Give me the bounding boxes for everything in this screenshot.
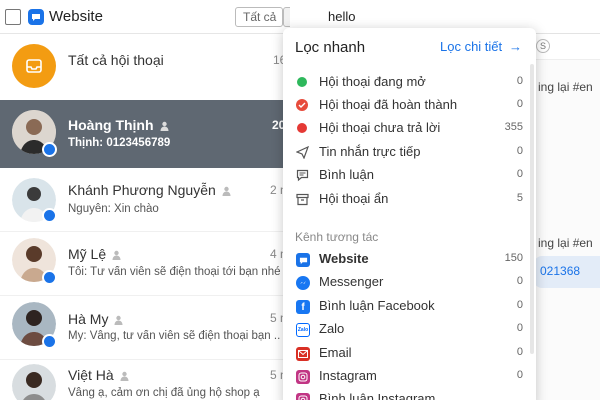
messenger-icon xyxy=(296,276,310,290)
app-window: Website Tất cả Tất cả hội thoại 16 Hoàng… xyxy=(0,0,600,400)
channel-email[interactable]: Email 0 xyxy=(283,342,536,365)
conversation-item[interactable]: Khánh Phương Nguyễn Nguyễn: Xin chào 2 n xyxy=(0,170,290,232)
filter-count: 0 xyxy=(516,145,523,157)
filter-count: 0 xyxy=(516,98,523,110)
channel-messenger[interactable]: Messenger 0 xyxy=(283,271,536,294)
person-icon xyxy=(114,312,123,328)
quick-filter-title: Lọc nhanh xyxy=(295,39,366,56)
zalo-icon: Zalo xyxy=(296,323,310,337)
person-icon xyxy=(112,247,121,263)
website-channel-icon xyxy=(28,9,44,25)
channel-count: 150 xyxy=(504,252,523,264)
filter-count: 0 xyxy=(516,168,523,180)
channel-label: Email xyxy=(319,345,352,360)
inbox-icon xyxy=(12,44,56,88)
quick-filter-dropdown: Lọc nhanh Lọc chi tiết → Hội thoại đang … xyxy=(283,28,536,400)
conversation-panel: Website Tất cả Tất cả hội thoại 16 Hoàng… xyxy=(0,0,309,400)
facebook-icon: f xyxy=(296,300,310,314)
red-check-circle-icon xyxy=(296,99,308,111)
website-badge-icon xyxy=(42,270,57,285)
comment-icon xyxy=(296,169,309,182)
channel-instagram[interactable]: Instagram 0 xyxy=(283,365,536,388)
conversation-preview: My: Vâng, tư vấn viên sẽ điện thoại bạn … xyxy=(68,330,280,342)
status-circle-icon: S xyxy=(536,39,550,53)
archive-icon xyxy=(296,193,309,206)
conversation-item[interactable]: Mỹ Lệ Tôi: Tư vấn viên sẽ điện thoại tới… xyxy=(0,234,290,296)
filter-label: Hội thoại đã hoàn thành xyxy=(319,97,458,112)
channel-instagram-comments[interactable]: Bình luận Instagram xyxy=(283,388,536,400)
person-icon xyxy=(160,118,169,134)
conversation-item-active[interactable]: Hoàng Thịnh Thịnh: 0123456789 20 xyxy=(0,100,290,168)
channel-label: Bình luận Instagram xyxy=(319,391,436,400)
filter-select[interactable]: Tất cả xyxy=(235,7,283,27)
person-icon xyxy=(222,183,231,199)
filter-open-conversations[interactable]: Hội thoại đang mở 0 xyxy=(283,71,536,94)
channel-count: 0 xyxy=(516,322,523,334)
channel-label: Bình luận Facebook xyxy=(319,298,435,313)
arrow-right-icon[interactable]: → xyxy=(509,39,522,54)
conversation-name: Việt Hà xyxy=(68,367,129,384)
filter-label: Hội thoại ẩn xyxy=(319,191,389,206)
conversation-preview: Thịnh: 0123456789 xyxy=(68,137,171,149)
channel-count: 0 xyxy=(516,299,523,311)
channel-website[interactable]: Website 150 xyxy=(283,248,536,271)
message-fragment: 021368 xyxy=(540,264,581,278)
channel-label: Messenger xyxy=(319,274,384,289)
search-input[interactable]: hello xyxy=(328,9,355,24)
message-fragment: ing lại #en xyxy=(538,236,593,250)
instagram-icon xyxy=(296,370,310,384)
instagram-icon xyxy=(296,393,310,400)
send-icon xyxy=(295,145,310,160)
filter-count: 5 xyxy=(516,192,523,204)
filter-comments[interactable]: Bình luận 0 xyxy=(283,164,536,187)
email-icon xyxy=(296,347,310,361)
conversation-preview: Nguyễn: Xin chào xyxy=(68,203,159,215)
message-fragment: ing lại #en xyxy=(538,80,593,94)
website-badge-icon xyxy=(42,334,57,349)
filter-hidden-conversations[interactable]: Hội thoại ẩn 5 xyxy=(283,188,536,211)
filter-count: 355 xyxy=(504,121,523,133)
green-dot-icon xyxy=(297,77,307,87)
conversation-name: Hà My xyxy=(68,311,123,328)
avatar xyxy=(12,364,56,400)
select-all-checkbox[interactable] xyxy=(5,9,21,25)
filter-label: Hội thoại đang mở xyxy=(319,74,426,89)
all-conversations-label: Tất cả hội thoại xyxy=(68,52,164,68)
filter-completed-conversations[interactable]: Hội thoại đã hoàn thành 0 xyxy=(283,94,536,117)
conversation-name: Hoàng Thịnh xyxy=(68,117,169,134)
conversation-item[interactable]: Hà My My: Vâng, tư vấn viên sẽ điện thoạ… xyxy=(0,298,290,360)
channels-section-title: Kênh tương tác xyxy=(295,230,379,244)
detailed-filter-link[interactable]: Lọc chi tiết xyxy=(440,39,502,54)
filter-label: Bình luận xyxy=(319,167,374,182)
channel-label: Zalo xyxy=(319,321,345,336)
filter-count: 0 xyxy=(516,75,523,87)
filter-unanswered-conversations[interactable]: Hội thoại chưa trả lời 355 xyxy=(283,117,536,140)
all-conversations-item[interactable]: Tất cả hội thoại 16 xyxy=(0,36,290,98)
conversation-toolbar: Website Tất cả xyxy=(0,0,309,34)
channel-count: 0 xyxy=(516,369,523,381)
conversation-name: Mỹ Lệ xyxy=(68,246,121,263)
conversation-item[interactable]: Việt Hà Vâng ạ, cảm ơn chị đã ủng hộ sho… xyxy=(0,358,290,400)
channel-zalo[interactable]: Zalo Zalo 0 xyxy=(283,318,536,341)
channel-label: Instagram xyxy=(319,368,377,383)
filter-direct-messages[interactable]: Tin nhắn trực tiếp 0 xyxy=(283,141,536,164)
filter-label: Tin nhắn trực tiếp xyxy=(319,144,421,159)
conversation-preview: Vâng ạ, cảm ơn chị đã ủng hộ shop ạ xyxy=(68,387,260,399)
conversation-name: Khánh Phương Nguyễn xyxy=(68,182,231,199)
website-badge-icon xyxy=(42,208,57,223)
channel-facebook-comments[interactable]: f Bình luận Facebook 0 xyxy=(283,295,536,318)
website-badge-icon xyxy=(42,142,57,157)
channel-count: 0 xyxy=(516,346,523,358)
channel-count: 0 xyxy=(516,275,523,287)
website-icon xyxy=(296,253,310,267)
channel-title: Website xyxy=(49,8,103,25)
person-icon xyxy=(120,368,129,384)
red-dot-icon xyxy=(297,123,307,133)
filter-label: Hội thoại chưa trả lời xyxy=(319,120,441,135)
conversation-preview: Tôi: Tư vấn viên sẽ điện thoại tới bạn n… xyxy=(68,266,280,278)
channel-label: Website xyxy=(319,251,369,266)
